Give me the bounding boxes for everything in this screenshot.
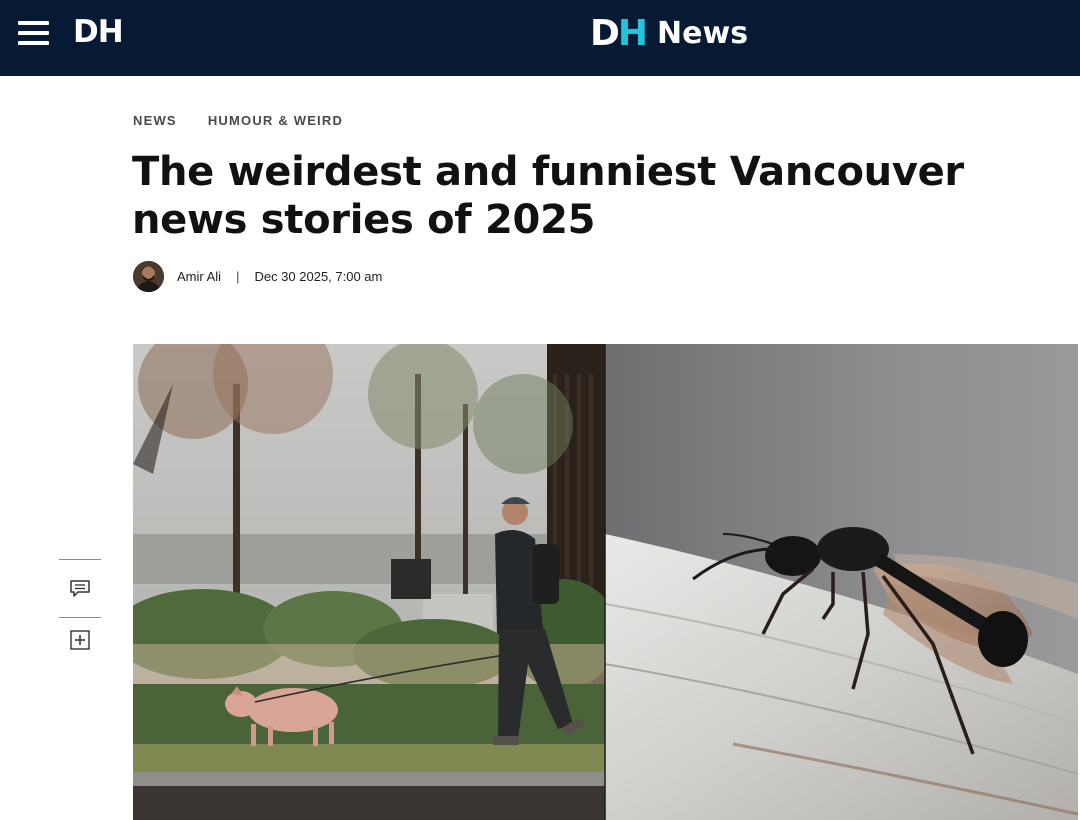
logo-letter-d: D — [590, 13, 620, 54]
publish-date: Dec 30 2025, 7:00 am — [254, 269, 383, 284]
comment-icon — [70, 579, 90, 597]
author-name-link[interactable]: Amir Ali — [177, 269, 221, 284]
article-tools — [59, 559, 101, 662]
comment-button[interactable] — [59, 560, 101, 617]
article-title: The weirdest and funniest Vancouver news… — [132, 149, 964, 243]
winged-ant-image — [604, 344, 1078, 820]
breadcrumb-news[interactable]: NEWS — [133, 112, 177, 130]
byline: Amir Ali | Dec 30 2025, 7:00 am — [133, 261, 382, 292]
logo-news-text: News — [657, 16, 749, 51]
man-walking-pig-image — [133, 344, 618, 820]
breadcrumb-humour-weird[interactable]: HUMOUR & WEIRD — [208, 112, 343, 130]
author-avatar[interactable] — [133, 261, 164, 292]
site-logo-small[interactable]: DH — [73, 14, 124, 50]
add-button[interactable] — [59, 618, 101, 662]
add-icon — [70, 630, 90, 650]
top-navigation-bar: DH D H News — [0, 0, 1080, 76]
logo-letter-h: H — [617, 13, 648, 54]
hero-image — [133, 344, 1078, 820]
hamburger-menu-icon[interactable] — [18, 21, 49, 45]
byline-separator: | — [236, 269, 240, 284]
breadcrumb: NEWS HUMOUR & WEIRD — [133, 112, 343, 130]
dh-news-logo[interactable]: D H News — [590, 14, 748, 54]
